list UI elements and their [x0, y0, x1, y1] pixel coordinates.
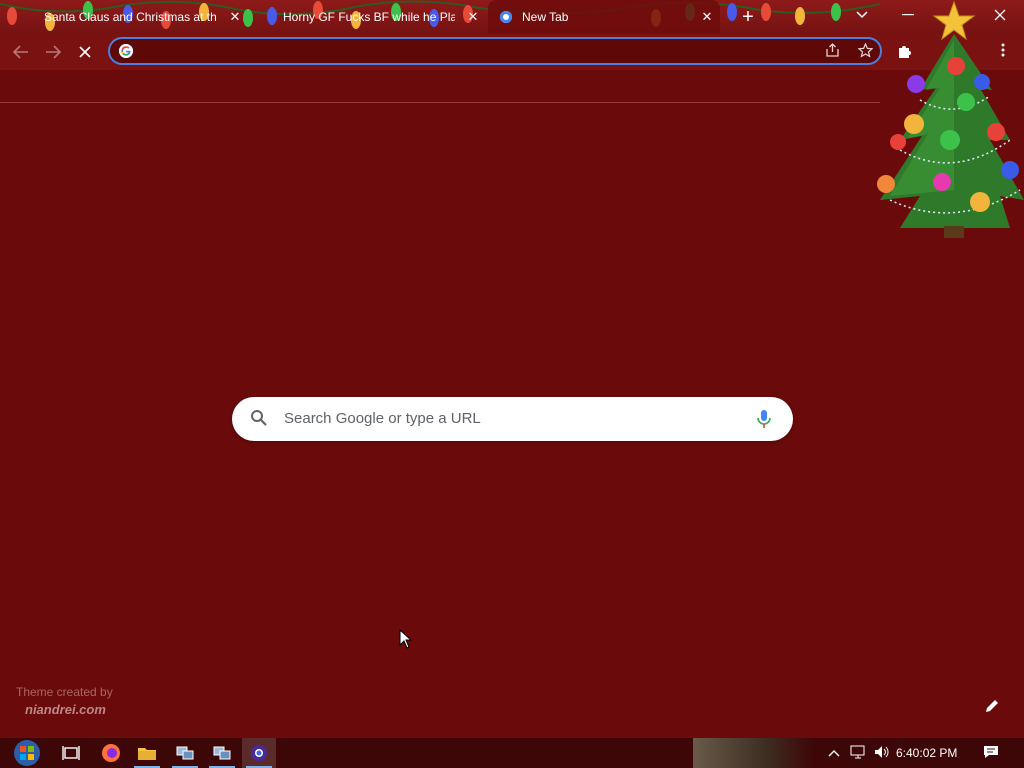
tab-title: Horny GF Fucks BF while he Play	[283, 10, 455, 24]
volume-icon[interactable]	[874, 745, 890, 762]
task-view-icon[interactable]	[54, 738, 88, 768]
customize-pencil-icon[interactable]	[984, 698, 1000, 719]
toolbar-divider	[0, 102, 880, 103]
firefox-icon[interactable]	[94, 738, 128, 768]
windows-taskbar: 6:40:02 PM	[0, 738, 1024, 768]
network-app-icon[interactable]	[205, 738, 239, 768]
tab-new-tab[interactable]: New Tab ✕	[488, 0, 720, 34]
notifications-icon[interactable]	[983, 745, 999, 762]
theme-credit[interactable]: Theme created by niandrei.com	[16, 684, 113, 718]
tab-title: New Tab	[522, 10, 569, 24]
stop-loading-icon[interactable]	[74, 42, 96, 62]
close-icon[interactable]: ✕	[226, 8, 244, 26]
chrome-icon[interactable]	[242, 738, 276, 768]
tab-title: Santa Claus and Christmas at the	[44, 10, 216, 24]
christmas-tree-decoration	[877, 0, 1024, 238]
google-g-icon	[119, 44, 133, 58]
search-input-placeholder: Search Google or type a URL	[284, 410, 481, 427]
start-button[interactable]	[8, 738, 46, 768]
tab-horny-gf[interactable]: Horny GF Fucks BF while he Play ✕	[270, 0, 482, 34]
google-search-box[interactable]: Search Google or type a URL	[232, 397, 793, 441]
tab-santa-claus[interactable]: Santa Claus and Christmas at the ✕	[30, 0, 244, 34]
mouse-cursor-icon	[399, 628, 413, 654]
address-bar[interactable]	[108, 37, 882, 65]
close-icon[interactable]: ✕	[464, 8, 482, 26]
microphone-icon[interactable]	[757, 409, 771, 434]
file-explorer-icon[interactable]	[130, 738, 164, 768]
theme-credit-label: Theme created by	[16, 685, 113, 699]
chrome-favicon-icon	[500, 11, 512, 23]
network-app-icon[interactable]	[168, 738, 202, 768]
theme-credit-link[interactable]: niandrei.com	[25, 701, 113, 718]
share-icon[interactable]	[826, 43, 840, 60]
search-icon	[250, 409, 268, 432]
desktop-preview-thumbnail	[693, 738, 813, 768]
forward-arrow-icon[interactable]	[42, 42, 64, 62]
back-arrow-icon[interactable]	[10, 42, 32, 62]
network-icon[interactable]	[850, 745, 866, 762]
show-hidden-icons-chevron-up-icon[interactable]	[828, 745, 840, 760]
taskbar-clock[interactable]: 6:40:02 PM	[896, 746, 957, 760]
new-tab-button[interactable]: +	[738, 7, 758, 27]
close-icon[interactable]: ✕	[698, 8, 716, 26]
